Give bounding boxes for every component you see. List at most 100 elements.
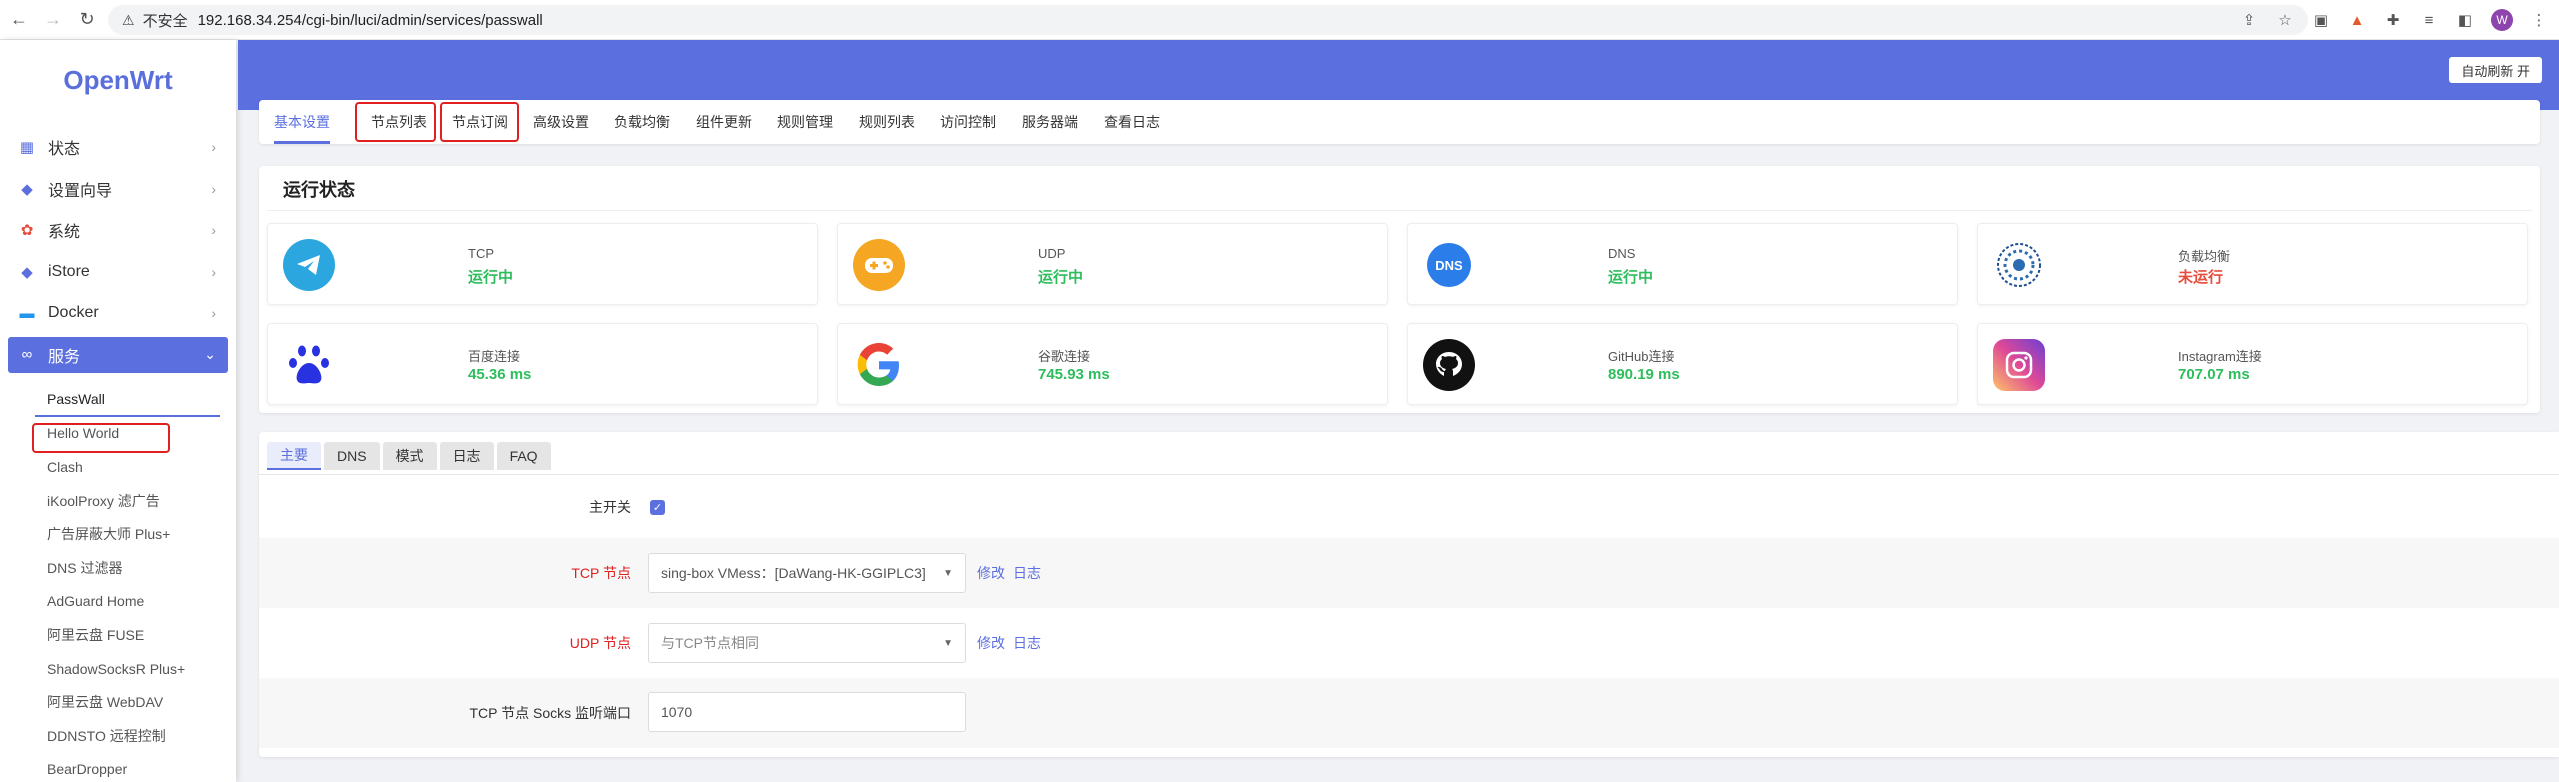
chevron-right-icon: ›: [211, 263, 216, 280]
status-card-label: TCP: [468, 246, 494, 261]
cube-icon: ◆: [21, 180, 33, 198]
subtab-log[interactable]: 日志: [439, 442, 494, 470]
playlist-icon[interactable]: ≡: [2419, 10, 2439, 30]
status-card-dns: DNS DNS 运行中: [1407, 223, 1958, 305]
dns-icon: DNS: [1427, 243, 1471, 287]
sidebar-menu: ▦ 状态 › ◆ 设置向导 › ✿ 系统 › ◆ iStore › ▬ Dock…: [8, 129, 228, 378]
cube-icon: ◆: [21, 263, 33, 281]
tab-component-update[interactable]: 组件更新: [696, 100, 752, 144]
sidebar-item-label: 服务: [48, 348, 81, 366]
caret-down-icon: ▼: [943, 567, 953, 579]
udp-node-label: UDP 节点: [569, 635, 631, 651]
status-card-google: 谷歌连接 745.93 ms: [837, 323, 1388, 405]
submenu-item-aliyun-webdav[interactable]: 阿里云盘 WebDAV: [35, 685, 220, 719]
sidebar-item-label: 系统: [48, 224, 81, 241]
row-tcp-node: TCP 节点 sing-box VMess：[DaWang-HK-GGIPLC3…: [259, 538, 2559, 608]
status-card-value: 运行中: [468, 269, 514, 286]
settings-subtabs: 主要 DNS 模式 日志 FAQ: [267, 442, 551, 470]
status-card-label: 百度连接: [468, 349, 521, 364]
sidebar-item-label: 设置向导: [48, 182, 113, 200]
sidebar-item-istore[interactable]: ◆ iStore ›: [8, 254, 228, 290]
status-card-label: 负载均衡: [2178, 249, 2231, 264]
tab-load-balance[interactable]: 负载均衡: [614, 100, 670, 144]
status-card-label: 谷歌连接: [1038, 349, 1091, 364]
baidu-icon: [283, 339, 335, 391]
submenu-item-adguard[interactable]: AdGuard Home: [35, 585, 220, 619]
submenu-item-adblock-plus[interactable]: 广告屏蔽大师 Plus+: [35, 517, 220, 551]
chevron-right-icon: ›: [211, 180, 216, 197]
tab-rule-list[interactable]: 规则列表: [859, 100, 915, 144]
status-card-value: 745.93 ms: [1038, 366, 1110, 383]
url-text[interactable]: 192.168.34.254/cgi-bin/luci/admin/servic…: [198, 12, 543, 29]
status-card-tcp: TCP 运行中: [267, 223, 818, 305]
share-icon[interactable]: ⇪: [2239, 10, 2259, 30]
socks-port-label: TCP 节点 Socks 监听端口: [469, 705, 631, 721]
auto-refresh-button[interactable]: 自动刷新 开: [2449, 57, 2542, 83]
submenu-item-ssr-plus[interactable]: ShadowSocksR Plus+: [35, 652, 220, 686]
sidebar-item-services[interactable]: ∞ 服务 ⌄: [8, 336, 228, 373]
tcp-node-select[interactable]: sing-box VMess：[DaWang-HK-GGIPLC3] ▼: [648, 553, 966, 593]
caret-down-icon: ▼: [943, 637, 953, 649]
sidebar-item-status[interactable]: ▦ 状态 ›: [8, 129, 228, 165]
status-card-label: GitHub连接: [1608, 349, 1675, 364]
subtab-main[interactable]: 主要: [267, 442, 321, 470]
tab-rule-manage[interactable]: 规则管理: [777, 100, 833, 144]
submenu-item-dns-filter[interactable]: DNS 过滤器: [35, 551, 220, 585]
tab-access-control[interactable]: 访问控制: [940, 100, 996, 144]
subtab-mode[interactable]: 模式: [382, 442, 437, 470]
tab-basic-settings[interactable]: 基本设置: [274, 100, 330, 144]
status-card-udp: UDP 运行中: [837, 223, 1388, 305]
sidepanel-icon[interactable]: ◧: [2455, 10, 2475, 30]
sidebar-item-system[interactable]: ✿ 系统 ›: [8, 212, 228, 248]
socks-port-input[interactable]: 1070: [648, 692, 966, 732]
sidebar-item-label: Docker: [48, 304, 99, 321]
browser-actions: ⇪ ☆ ▣ ▲ ✚ ≡ ◧ W ⋮: [2239, 5, 2549, 35]
sidebar-item-docker[interactable]: ▬ Docker ›: [8, 295, 228, 331]
passwall-highlight-box: [32, 423, 170, 453]
extension-icon[interactable]: ▲: [2347, 10, 2367, 30]
status-card-label: UDP: [1038, 246, 1066, 261]
submenu-item-clash[interactable]: Clash: [35, 450, 220, 484]
submenu-item-ikoolproxy[interactable]: iKoolProxy 滤广告: [35, 484, 220, 518]
status-card-value: 运行中: [1608, 269, 1654, 286]
subtab-dns[interactable]: DNS: [324, 442, 380, 470]
udp-node-select[interactable]: 与TCP节点相同 ▼: [648, 623, 966, 663]
forward-icon[interactable]: →: [38, 5, 68, 35]
address-bar[interactable]: ⚠ 不安全 192.168.34.254/cgi-bin/luci/admin/…: [108, 5, 2308, 35]
submenu-item-passwall[interactable]: PassWall: [35, 383, 220, 417]
status-card-value: 890.19 ms: [1608, 366, 1680, 383]
subtab-faq[interactable]: FAQ: [496, 442, 551, 470]
tab-view-log[interactable]: 查看日志: [1104, 100, 1160, 144]
warning-icon[interactable]: ⚠: [122, 12, 135, 29]
puzzle-icon[interactable]: ✚: [2383, 10, 2403, 30]
browser-toolbar: ← → ↻ ⚠ 不安全 192.168.34.254/cgi-bin/luci/…: [0, 0, 2559, 40]
submenu-item-ddnsto[interactable]: DDNSTO 远程控制: [35, 719, 220, 753]
back-icon[interactable]: ←: [4, 5, 34, 35]
download-extension-icon[interactable]: ▣: [2311, 10, 2331, 30]
link-icon: ∞: [21, 346, 33, 363]
profile-avatar[interactable]: W: [2491, 9, 2513, 31]
udp-node-log-link[interactable]: 日志: [1013, 633, 1041, 653]
reload-icon[interactable]: ↻: [72, 5, 102, 35]
main-switch-label: 主开关: [589, 499, 631, 515]
udp-node-edit-link[interactable]: 修改: [977, 633, 1005, 653]
submenu-item-beardropper[interactable]: BearDropper: [35, 753, 220, 782]
haproxy-icon: [1993, 239, 2045, 291]
main-switch-checkbox[interactable]: ✓: [650, 499, 665, 515]
sidebar-item-wizard[interactable]: ◆ 设置向导 ›: [8, 171, 228, 207]
star-icon[interactable]: ☆: [2275, 10, 2295, 30]
openwrt-logo[interactable]: OpenWrt: [0, 65, 236, 96]
tcp-node-edit-link[interactable]: 修改: [977, 563, 1005, 583]
sidebar-item-label: iStore: [48, 262, 90, 280]
status-card-value: 未运行: [2178, 269, 2224, 286]
telegram-icon: [283, 239, 335, 291]
chevron-right-icon: ›: [211, 305, 216, 321]
submenu-item-aliyun-fuse[interactable]: 阿里云盘 FUSE: [35, 618, 220, 652]
chevron-right-icon: ›: [211, 139, 216, 155]
kebab-menu-icon[interactable]: ⋮: [2529, 10, 2549, 30]
status-card-value: 707.07 ms: [2178, 366, 2250, 383]
tab-server[interactable]: 服务器端: [1022, 100, 1078, 144]
status-card-label: Instagram连接: [2178, 349, 2262, 364]
tcp-node-log-link[interactable]: 日志: [1013, 563, 1041, 583]
tab-advanced[interactable]: 高级设置: [533, 100, 589, 144]
